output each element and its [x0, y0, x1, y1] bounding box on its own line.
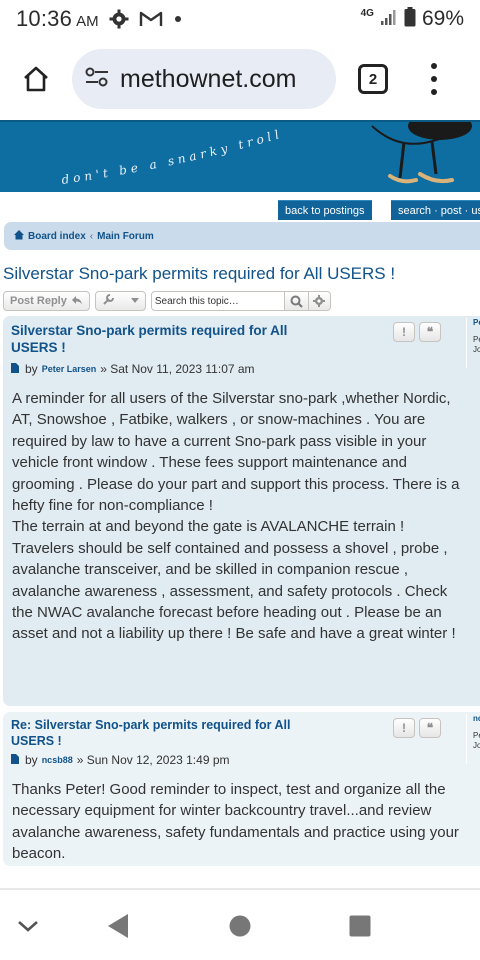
search-post-links[interactable]: search · post · us [391, 200, 480, 220]
topic-tools-button[interactable] [94, 291, 146, 311]
status-time: 10:36 [16, 6, 73, 31]
by-label: by [25, 753, 38, 767]
post-profile: Pe Pe Jo [466, 318, 480, 368]
status-ampm: AM [76, 12, 99, 30]
breadcrumb: Board index ‹ Main Forum [4, 222, 480, 250]
post-date: » Sun Nov 12, 2023 1:49 pm [76, 753, 230, 767]
post-body: Thanks Peter! Good reminder to inspect, … [12, 779, 464, 865]
back-triangle-icon[interactable] [104, 912, 132, 940]
gmail-icon [139, 10, 163, 28]
report-icon[interactable]: ! [393, 718, 415, 738]
tab-count: 2 [368, 70, 378, 88]
profile-name[interactable]: Pe [473, 318, 480, 327]
wrench-icon [102, 293, 115, 309]
post-paragraph: Thanks Peter! Good reminder to inspect, … [12, 781, 459, 863]
overflow-menu-icon[interactable] [424, 59, 444, 99]
profile-meta: Pe [473, 731, 480, 740]
search-topic-input[interactable]: Search this topic… [150, 291, 285, 311]
post-profile: nc Pe Jo [466, 714, 480, 764]
header-graphic: don't be a snarky troll [61, 122, 472, 187]
post-reply-label: Post Reply [10, 295, 67, 307]
post-author-line: by Peter Larsen » Sat Nov 11, 2023 11:07… [11, 362, 255, 376]
forum-content: Board index ‹ Main Forum Silverstar Sno-… [0, 222, 480, 890]
by-label: by [25, 362, 38, 376]
post-tools: ! ❝ [393, 322, 441, 342]
recents-square-icon[interactable] [346, 912, 374, 940]
post-author-line: by ncsb88 » Sun Nov 12, 2023 1:49 pm [11, 753, 230, 767]
site-header-banner: don't be a snarky troll [0, 120, 480, 192]
browser-toolbar: methownet.com 2 [0, 38, 480, 120]
back-to-postings-button[interactable]: back to postings [278, 200, 372, 220]
battery-icon [404, 6, 416, 32]
header-nav-strip: back to postings search · post · us [0, 192, 480, 222]
post-tools: ! ❝ [393, 718, 441, 738]
advanced-search-gear-icon[interactable] [308, 291, 331, 311]
address-bar[interactable]: methownet.com [72, 49, 336, 109]
post-author[interactable]: ncsb88 [42, 755, 73, 765]
site-settings-icon[interactable] [84, 66, 110, 93]
network-type: 4G [360, 7, 374, 19]
post-subject[interactable]: Re: Silverstar Sno-park permits required… [11, 717, 301, 749]
post-1: Silverstar Sno-park permits required for… [3, 316, 480, 706]
breadcrumb-main-forum[interactable]: Main Forum [97, 231, 154, 242]
status-bar: 10:36 AM 4G 69% [0, 0, 480, 38]
gear-icon [109, 9, 129, 29]
home-circle-icon[interactable] [226, 912, 254, 940]
home-icon[interactable] [12, 55, 60, 103]
post-2: Re: Silverstar Sno-park permits required… [3, 712, 480, 866]
post-file-icon [11, 753, 19, 767]
post-reply-button[interactable]: Post Reply [3, 291, 90, 311]
page-title[interactable]: Silverstar Sno-park permits required for… [3, 264, 395, 284]
post-date: » Sat Nov 11, 2023 11:07 am [100, 362, 255, 376]
url-text: methownet.com [120, 64, 297, 93]
tabs-icon[interactable]: 2 [358, 64, 388, 94]
reply-arrow-icon [71, 295, 83, 308]
report-icon[interactable]: ! [393, 322, 415, 342]
breadcrumb-board-index[interactable]: Board index [28, 231, 86, 242]
post-paragraph: A reminder for all users of the Silverst… [12, 390, 460, 515]
dropdown-caret-icon [130, 295, 139, 307]
topic-action-bar: Post Reply Search this topic… [3, 290, 331, 312]
post-paragraph: The terrain at and beyond the gate is AV… [12, 518, 456, 643]
notification-dot-icon [173, 14, 183, 24]
post-body: A reminder for all users of the Silverst… [12, 388, 464, 645]
breadcrumb-separator: ‹ [89, 230, 94, 242]
signal-icon [380, 8, 398, 31]
quote-icon[interactable]: ❝ [419, 322, 441, 342]
profile-meta: Pe [473, 335, 480, 344]
quote-icon[interactable]: ❝ [419, 718, 441, 738]
profile-meta: Jo [473, 345, 480, 354]
post-file-icon [11, 362, 19, 376]
profile-name[interactable]: nc [473, 714, 480, 723]
collapse-chevron-icon[interactable] [14, 912, 42, 940]
home-small-icon [13, 229, 25, 243]
system-nav-bar [0, 890, 480, 960]
search-icon[interactable] [284, 291, 309, 311]
post-subject[interactable]: Silverstar Sno-park permits required for… [11, 322, 301, 356]
profile-meta: Jo [473, 741, 480, 750]
header-slogan: don't be a snarky troll [61, 126, 285, 187]
post-author[interactable]: Peter Larsen [42, 364, 97, 374]
battery-percent: 69% [421, 7, 464, 30]
